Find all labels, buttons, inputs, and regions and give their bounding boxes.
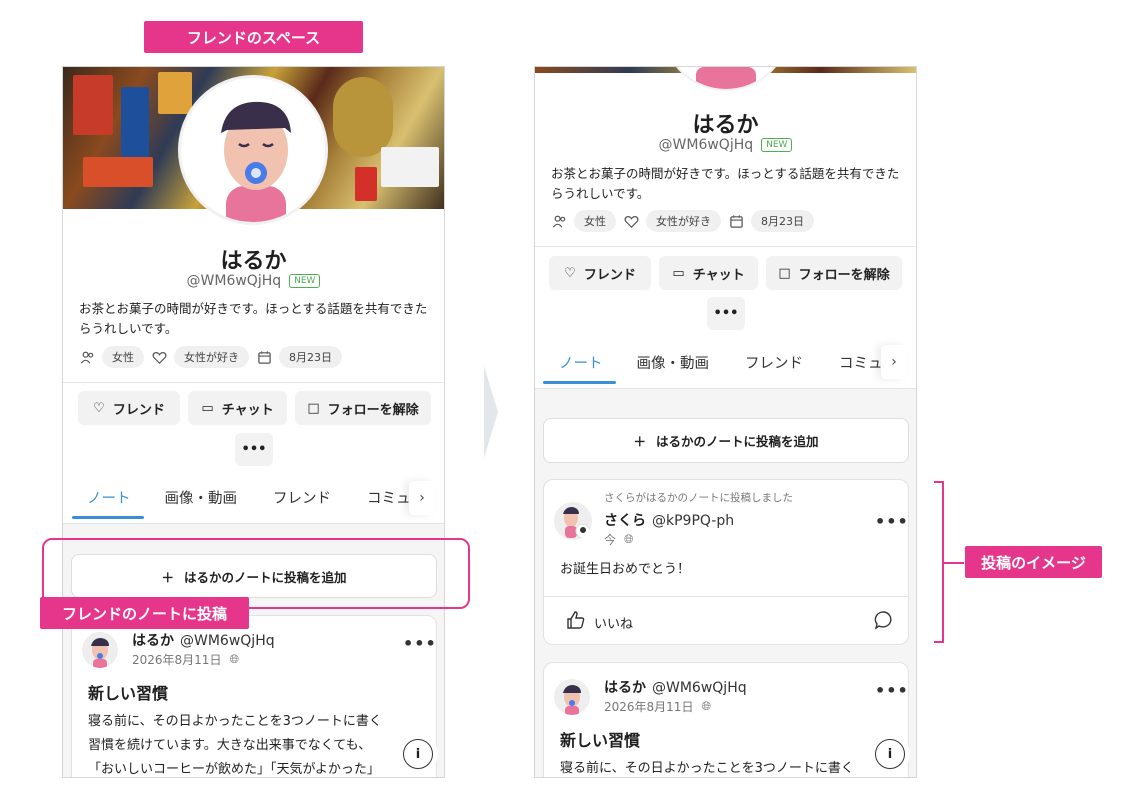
- post-more-icon[interactable]: •••: [875, 681, 908, 700]
- unfollow-button[interactable]: □ フォローを解除: [766, 256, 902, 290]
- book-icon: □: [307, 400, 320, 416]
- heart-icon: [151, 349, 167, 365]
- comment-icon[interactable]: [874, 610, 894, 634]
- heart-handshake-icon: ♡: [564, 265, 576, 281]
- gender-tag: 女性: [574, 210, 616, 232]
- post-more-icon[interactable]: •••: [403, 634, 436, 653]
- calendar-icon: [256, 349, 272, 365]
- tab-media[interactable]: 画像・動画: [633, 352, 714, 373]
- profile-tags: 女性 女性が好き 8月23日: [551, 210, 814, 232]
- post-title: 新しい習慣: [560, 731, 641, 750]
- tabs-scroll-right-icon[interactable]: ›: [881, 345, 907, 379]
- post-context: さくらがはるかのノートに投稿しました: [604, 492, 793, 504]
- gender-tag: 女性: [102, 346, 144, 368]
- bracket-tick: [944, 562, 964, 564]
- globe-icon: 🌐︎: [229, 652, 240, 666]
- info-icon[interactable]: i: [875, 739, 905, 769]
- profile-handle: @WM6wQjHq: [186, 273, 282, 289]
- new-badge: NEW: [761, 138, 793, 152]
- own-post-card: はるか @WM6wQjHq 2026年8月11日 🌐︎ ••• 新しい習慣 寝る前に…: [71, 615, 437, 777]
- tab-media[interactable]: 画像・動画: [161, 487, 242, 508]
- post-author: はるか @WM6wQjHq: [604, 680, 747, 696]
- like-button[interactable]: いいね: [566, 610, 633, 634]
- post-body: お誕生日おめでとう！: [560, 562, 691, 577]
- preference-tag: 女性が好き: [174, 346, 249, 368]
- tab-friends[interactable]: フレンド: [269, 487, 335, 508]
- people-icon: [79, 349, 95, 365]
- post-meta: 2026年8月11日 🌐︎: [604, 699, 712, 714]
- post-more-icon[interactable]: •••: [875, 512, 908, 531]
- add-note-button[interactable]: ＋ はるかのノートに投稿を追加: [543, 418, 909, 463]
- divider: [63, 382, 444, 383]
- heart-icon: [623, 213, 639, 229]
- globe-icon: 🌐︎: [701, 699, 712, 713]
- friend-button[interactable]: ♡ フレンド: [78, 391, 180, 425]
- post-author-avatar[interactable]: [554, 502, 592, 540]
- chat-icon: ▭: [672, 265, 685, 281]
- post-meta: 今 🌐︎: [604, 532, 634, 547]
- tab-friends[interactable]: フレンド: [741, 352, 807, 373]
- profile-handle: @WM6wQjHq: [658, 137, 754, 153]
- book-icon: □: [778, 265, 791, 281]
- profile-name: はるか: [692, 113, 759, 138]
- calendar-icon: [728, 213, 744, 229]
- more-button[interactable]: •••: [235, 433, 273, 466]
- heart-handshake-icon: ♡: [93, 400, 105, 416]
- bracket-post-image: [934, 481, 944, 643]
- post-author: はるか @WM6wQjHq: [132, 633, 275, 649]
- preference-tag: 女性が好き: [646, 210, 721, 232]
- tabs-scroll-right-icon[interactable]: ›: [409, 481, 435, 515]
- divider: [535, 246, 916, 247]
- profile-tags: 女性 女性が好き 8月23日: [79, 346, 342, 368]
- chat-icon: ▭: [201, 400, 214, 416]
- callout-post-image: 投稿のイメージ: [965, 546, 1102, 578]
- friend-post-card: さくらがはるかのノートに投稿しました さくら @kP9PQ-ph 今 🌐︎ ••• …: [543, 479, 909, 645]
- new-badge: NEW: [289, 274, 321, 288]
- active-tab-indicator: [72, 516, 144, 519]
- post-meta: 2026年8月11日 🌐︎: [132, 652, 240, 667]
- own-post-card: はるか @WM6wQjHq 2026年8月11日 🌐︎ ••• 新しい習慣 寝る前に…: [543, 662, 909, 777]
- chat-button[interactable]: ▭ チャット: [659, 256, 758, 290]
- unfollow-button[interactable]: □ フォローを解除: [295, 391, 431, 425]
- plus-icon: ＋: [633, 434, 646, 449]
- people-icon: [551, 213, 567, 229]
- callout-friend-space: フレンドのスペース: [144, 21, 363, 53]
- tab-notes[interactable]: ノート: [83, 487, 135, 508]
- tab-notes[interactable]: ノート: [555, 352, 607, 373]
- info-icon[interactable]: i: [403, 739, 433, 769]
- active-tab-indicator: [543, 381, 616, 384]
- birthday-tag: 8月23日: [279, 346, 342, 368]
- profile-bio: お茶とお菓子の時間が好きです。ほっとする話題を共有できた らうれしいです。: [551, 166, 900, 201]
- right-phone-screen: はるか @WM6wQjHq NEW お茶とお菓子の時間が好きです。ほっとする話題…: [534, 66, 917, 778]
- profile-bio: お茶とお菓子の時間が好きです。ほっとする話題を共有できた らうれしいです。: [79, 301, 428, 336]
- profile-tabs: ノート 画像・動画 フレンド コミュニ: [83, 487, 429, 508]
- globe-icon: 🌐︎: [624, 532, 634, 546]
- thumbs-up-icon: [566, 610, 586, 634]
- friend-button[interactable]: ♡ フレンド: [549, 256, 651, 290]
- profile-name: はるか: [220, 249, 287, 274]
- left-phone-screen: はるか @WM6wQjHq NEW お茶とお菓子の時間が好きです。ほっとする話題…: [62, 66, 445, 778]
- post-title: 新しい習慣: [88, 684, 169, 703]
- arrow-chevron: [484, 366, 498, 458]
- chat-button[interactable]: ▭ チャット: [188, 391, 287, 425]
- post-author: さくら @kP9PQ-ph: [604, 513, 735, 529]
- profile-avatar[interactable]: [662, 67, 790, 91]
- more-button[interactable]: •••: [707, 297, 745, 330]
- post-author-avatar[interactable]: [554, 679, 590, 715]
- profile-handle-row: @WM6wQjHq NEW: [63, 273, 444, 289]
- profile-avatar[interactable]: [178, 75, 328, 225]
- post-body: 寝る前に、その日よかったことを3つノートに書く: [560, 761, 854, 776]
- profile-handle-row: @WM6wQjHq NEW: [535, 137, 916, 153]
- callout-friend-note-post: フレンドのノートに投稿: [40, 597, 249, 629]
- profile-tabs: ノート 画像・動画 フレンド コミュニ: [555, 352, 901, 373]
- birthday-tag: 8月23日: [751, 210, 814, 232]
- divider: [544, 596, 908, 597]
- post-author-avatar[interactable]: [82, 632, 118, 668]
- post-body: 寝る前に、その日よかったことを3つノートに書く 習慣を続けています。大きな出来事…: [88, 714, 382, 777]
